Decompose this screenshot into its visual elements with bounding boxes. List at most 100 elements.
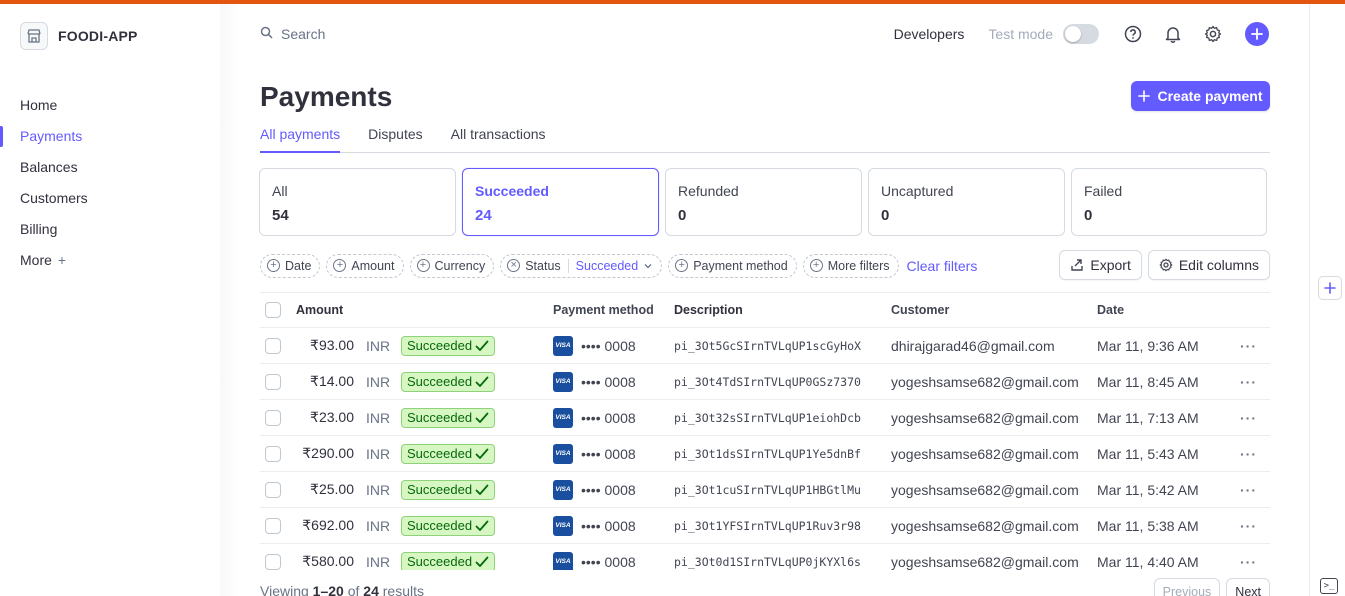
brand[interactable]: FOODI-APP [20,22,138,50]
table-row[interactable]: ₹25.00 INR Succeeded VISA •••• 0008 pi_3Ot1cu… [260,472,1270,508]
row-checkbox[interactable] [265,364,281,399]
row-checkbox[interactable] [265,544,281,570]
date: Mar 11, 8:45 AM [1097,373,1199,390]
search-input[interactable]: Search [260,24,660,44]
sidebar-item-home[interactable]: Home [0,90,220,121]
chevron-down-icon [644,263,652,268]
filter-amount[interactable]: + Amount [326,253,404,278]
more-icon[interactable]: ··· [1240,472,1257,507]
filter-more[interactable]: + More filters [802,253,899,278]
status-card-refunded[interactable]: Refunded 0 [665,168,862,236]
sidebar-item-customers[interactable]: Customers [0,183,220,214]
payments-table-viewport[interactable]: Amount Payment method Description Custom… [260,292,1270,570]
date: Mar 11, 7:13 AM [1097,409,1199,426]
status-card-all[interactable]: All 54 [259,168,456,236]
page-title: Payments [260,81,393,112]
row-checkbox[interactable] [265,436,281,471]
amount: ₹14.00 [310,373,354,389]
tab-disputes[interactable]: Disputes [368,124,422,153]
test-mode-toggle[interactable] [1063,24,1099,44]
viewing-label: Viewing [260,583,309,596]
more-icon[interactable]: ··· [1240,328,1257,363]
header-amount[interactable]: Amount [296,293,354,327]
header-payment-method[interactable]: Payment method [553,293,654,327]
filter-date[interactable]: + Date [260,253,321,278]
create-payment-button[interactable]: Create payment [1131,81,1270,111]
more-icon[interactable]: ··· [1240,436,1257,471]
row-checkbox[interactable] [265,328,281,363]
currency: INR [366,373,391,390]
payment-method: VISA •••• 0008 [553,364,636,399]
status-card-uncaptured[interactable]: Uncaptured 0 [868,168,1065,236]
status-card-failed[interactable]: Failed 0 [1071,168,1267,236]
edit-columns-button[interactable]: Edit columns [1147,250,1270,280]
table-row[interactable]: ₹14.00 INR Succeeded VISA •••• 0008 pi_3Ot4Td… [260,364,1270,400]
terminal-icon[interactable]: >_ [1320,578,1338,594]
row-checkbox[interactable] [265,508,281,543]
status-card-label: Refunded [678,183,739,199]
check-icon [475,484,489,495]
amount: ₹25.00 [310,481,354,497]
description: pi_3Ot0d1SIrnTVLqUP0jKYXl6s [674,554,861,569]
status-badge: Succeeded [401,436,496,471]
status-card-succeeded[interactable]: Succeeded 24 [462,168,659,236]
date: Mar 11, 5:42 AM [1097,481,1199,498]
header-date[interactable]: Date [1097,293,1124,327]
description: pi_3Ot4TdSIrnTVLqUP0GSz7370 [674,374,861,389]
gear-icon[interactable] [1201,22,1225,46]
sidebar-nav: Home Payments Balances Customers Billing… [0,90,220,276]
filter-status[interactable]: × Status Succeeded [500,253,663,278]
sidebar-item-billing[interactable]: Billing [0,214,220,245]
clear-filters-link[interactable]: Clear filters [907,258,978,274]
status-card-label: All [272,183,288,199]
x-circle-icon[interactable]: × [507,259,521,272]
filter-currency[interactable]: + Currency [409,253,495,278]
of-label: of [347,583,360,596]
create-new-button[interactable] [1245,22,1269,46]
more-icon[interactable]: ··· [1240,508,1257,543]
store-icon [20,22,48,50]
table-row[interactable]: ₹93.00 INR Succeeded VISA •••• 0008 pi_3Ot5Gc… [260,328,1270,364]
brand-name: FOODI-APP [58,28,138,44]
filter-payment-method[interactable]: + Payment method [668,253,797,278]
row-checkbox[interactable] [265,472,281,507]
payment-method: VISA •••• 0008 [553,508,636,543]
table-row[interactable]: ₹580.00 INR Succeeded VISA •••• 0008 pi_3Ot0d… [260,544,1270,570]
date: Mar 11, 5:38 AM [1097,517,1199,534]
sidebar-item-payments[interactable]: Payments [0,121,220,152]
table-row[interactable]: ₹692.00 INR Succeeded VISA •••• 0008 pi_3Ot1Y… [260,508,1270,544]
header-actions: Developers Test mode [894,20,1269,48]
header-customer[interactable]: Customer [891,293,949,327]
test-mode-label: Test mode [988,26,1053,42]
row-checkbox[interactable] [265,400,281,435]
date: Mar 11, 4:40 AM [1097,553,1199,570]
tab-all-transactions[interactable]: All transactions [451,124,546,153]
filter-value: Succeeded [575,258,639,273]
help-icon[interactable] [1121,22,1145,46]
bell-icon[interactable] [1161,22,1185,46]
more-icon[interactable]: ··· [1240,364,1257,399]
payment-method: VISA •••• 0008 [553,472,636,507]
more-icon[interactable]: ··· [1240,400,1257,435]
export-button[interactable]: Export [1059,250,1142,280]
tab-all-payments[interactable]: All payments [260,124,341,153]
table-body: ₹93.00 INR Succeeded VISA •••• 0008 pi_3Ot5Gc… [260,328,1270,570]
developers-link[interactable]: Developers [894,26,965,42]
header-description[interactable]: Description [674,293,743,327]
table-row[interactable]: ₹23.00 INR Succeeded VISA •••• 0008 pi_3Ot32s… [260,400,1270,436]
next-button[interactable]: Next [1226,578,1270,596]
table-row[interactable]: ₹290.00 INR Succeeded VISA •••• 0008 pi_3Ot1d… [260,436,1270,472]
rail-add-button[interactable] [1318,276,1342,300]
payment-method: VISA •••• 0008 [553,328,636,363]
status-card-count: 0 [678,207,687,224]
sidebar-item-balances[interactable]: Balances [0,152,220,183]
description: pi_3Ot1cuSIrnTVLqUP1HBGtlMu [674,482,861,497]
filter-label: Date [285,258,312,273]
more-icon[interactable]: ··· [1240,544,1257,570]
payment-method: VISA •••• 0008 [553,436,636,471]
select-all-checkbox[interactable] [265,293,281,327]
viewing-range: 1–20 [312,583,344,596]
create-payment-label: Create payment [1157,88,1263,104]
previous-button[interactable]: Previous [1153,578,1221,596]
sidebar-item-more[interactable]: More + [0,245,220,276]
